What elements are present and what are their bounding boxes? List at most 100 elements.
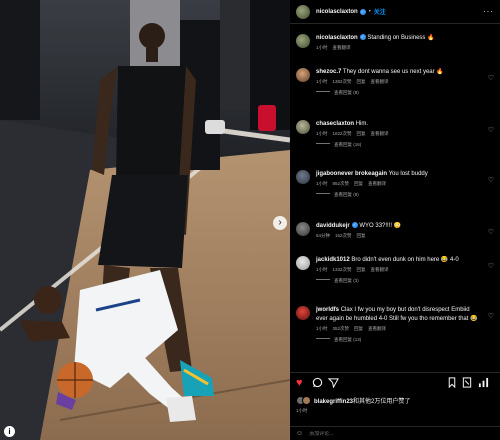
translate-link[interactable]: 查看翻译 <box>371 79 389 84</box>
translate-link[interactable]: 查看翻译 <box>371 131 389 136</box>
comment-time: 1小时 <box>316 79 328 84</box>
view-replies-button[interactable]: 查看回复 (3) <box>316 278 478 284</box>
translate-link[interactable]: 查看翻译 <box>368 181 386 186</box>
separator-dot: • <box>368 8 371 15</box>
commenter-avatar[interactable] <box>296 222 310 236</box>
comments-list[interactable]: nicolasclaxton ✓ Standing on Business 🔥 1… <box>290 26 500 368</box>
reply-button[interactable]: 回复 <box>357 131 366 136</box>
add-comment-input[interactable] <box>309 430 430 437</box>
reply-button[interactable]: 回复 <box>354 326 363 331</box>
view-replies-button[interactable]: 查看回复 (8) <box>316 192 478 198</box>
comment-likes[interactable]: 1622次赞 <box>333 131 352 136</box>
commenter-avatar[interactable] <box>296 170 310 184</box>
replies-line <box>316 143 330 144</box>
comment-text: Standing on Business 🔥 <box>367 35 435 41</box>
post-time: 1小时 <box>296 408 308 413</box>
comment-username[interactable]: jworldfs <box>316 307 339 313</box>
repost-icon[interactable] <box>462 377 472 391</box>
stats-icon[interactable] <box>478 377 489 391</box>
comment-time: 1小时 <box>316 45 328 50</box>
author-avatar[interactable] <box>296 4 310 19</box>
liker-avatar <box>302 396 311 405</box>
repost-shape <box>462 377 472 388</box>
comment-likes[interactable]: 1332次赞 <box>333 267 352 272</box>
comment-text: You lost buddy <box>388 171 428 177</box>
view-replies-button[interactable]: 查看回复 (16) <box>316 142 478 148</box>
commenter-avatar[interactable] <box>296 306 310 320</box>
add-comment-bar: ☺ <box>290 426 500 440</box>
comment-time: 1小时 <box>316 326 328 331</box>
view-replies-label: 查看回复 (13) <box>334 337 362 342</box>
carousel-next-button[interactable]: › <box>273 216 287 230</box>
comment-username[interactable]: nicolasclaxton <box>316 35 358 41</box>
view-replies-label: 查看回复 (3) <box>334 278 359 283</box>
reply-button[interactable]: 回复 <box>357 233 366 238</box>
comment-likes[interactable]: 852次赞 <box>333 181 350 186</box>
comment-time: 1小时 <box>316 131 328 136</box>
share-icon[interactable] <box>327 377 339 391</box>
comment-like-icon[interactable]: ♡ <box>488 262 494 270</box>
post-header: nicolasclaxton ✓ • 关注 ··· <box>290 0 500 24</box>
comment-text: Bro didn't even dunk on him here 😂 4-0 <box>351 257 459 263</box>
more-options-icon[interactable]: ··· <box>483 7 494 16</box>
verified-badge-icon: ✓ <box>359 34 366 40</box>
comment-username[interactable]: jackidk1012 <box>316 257 350 263</box>
comment-text: WYO 33?!!!! 😳 <box>359 223 402 229</box>
commenter-avatar[interactable] <box>296 34 310 48</box>
view-replies-label: 查看回复 (16) <box>334 142 362 147</box>
heart-filled-icon[interactable]: ♥ <box>296 377 303 389</box>
translate-link[interactable]: 查看翻译 <box>368 326 386 331</box>
translate-link[interactable]: 查看翻译 <box>371 267 389 272</box>
likes-rest: 和其他2万位用户赞了 <box>353 399 411 405</box>
view-replies-button[interactable]: 查看回复 (13) <box>316 337 478 343</box>
comment-text: Clax I fw you my boy but don't disrespec… <box>316 307 478 322</box>
info-icon[interactable]: i <box>4 426 15 437</box>
comment-like-icon[interactable]: ♡ <box>488 228 494 236</box>
view-replies-label: 查看回复 (8) <box>334 90 359 95</box>
comment-time: 1小时 <box>316 267 328 272</box>
post-photo[interactable]: › i <box>0 0 290 440</box>
post-actions-bar: ♥ <box>290 372 500 392</box>
basketball-photo <box>0 0 290 440</box>
comment-username[interactable]: chaseclaxton <box>316 121 354 127</box>
comment-likes[interactable]: 162次赞 <box>335 233 352 238</box>
verified-badge-icon: ✓ <box>351 222 358 228</box>
liker-username[interactable]: blakegriffin23 <box>314 399 353 405</box>
comment-bubble-shape <box>312 377 323 388</box>
emoji-icon[interactable]: ☺ <box>296 430 303 437</box>
bookmark-shape <box>448 377 456 389</box>
follow-button[interactable]: 关注 <box>374 7 386 16</box>
comment-like-icon[interactable]: ♡ <box>488 312 494 320</box>
replies-line <box>316 338 330 339</box>
view-replies-label: 查看回复 (8) <box>334 192 359 197</box>
post-side-panel: nicolasclaxton ✓ • 关注 ··· nicolasclaxton… <box>290 0 500 440</box>
reply-button[interactable]: 回复 <box>354 181 363 186</box>
comment-username[interactable]: daviddukejr <box>316 223 350 229</box>
comment-likes[interactable]: 1382次赞 <box>333 79 352 84</box>
comment-icon[interactable] <box>312 377 323 391</box>
comment-like-icon[interactable]: ♡ <box>488 74 494 82</box>
commenter-avatar[interactable] <box>296 256 310 270</box>
comment-likes[interactable]: 352次赞 <box>333 326 350 331</box>
reply-button[interactable]: 回复 <box>357 267 366 272</box>
reply-button[interactable]: 回复 <box>357 79 366 84</box>
author-username[interactable]: nicolasclaxton <box>316 9 358 15</box>
verified-badge-icon: ✓ <box>359 8 366 15</box>
comment-text: Him. <box>355 121 369 127</box>
bookmark-icon[interactable] <box>447 377 457 391</box>
comment-username[interactable]: jigaboonever brokeagain <box>316 171 387 177</box>
commenter-avatar[interactable] <box>296 120 310 134</box>
commenter-avatar[interactable] <box>296 68 310 82</box>
view-replies-button[interactable]: 查看回复 (8) <box>316 90 478 96</box>
share-arrow-shape <box>327 378 339 389</box>
comment-like-icon[interactable]: ♡ <box>488 176 494 184</box>
stats-bars-shape <box>478 377 489 388</box>
translate-link[interactable]: 查看翻译 <box>333 45 351 50</box>
comment-username[interactable]: shezoc.7 <box>316 69 341 75</box>
replies-line <box>316 193 330 194</box>
comment-time: 54分钟 <box>316 233 331 238</box>
comment-like-icon[interactable]: ♡ <box>488 126 494 134</box>
comment-text: They dont wanna see us next year 🔥 <box>342 69 444 75</box>
likes-summary[interactable]: blakegriffin23和其他2万位用户赞了 <box>296 396 410 405</box>
replies-line <box>316 279 330 280</box>
